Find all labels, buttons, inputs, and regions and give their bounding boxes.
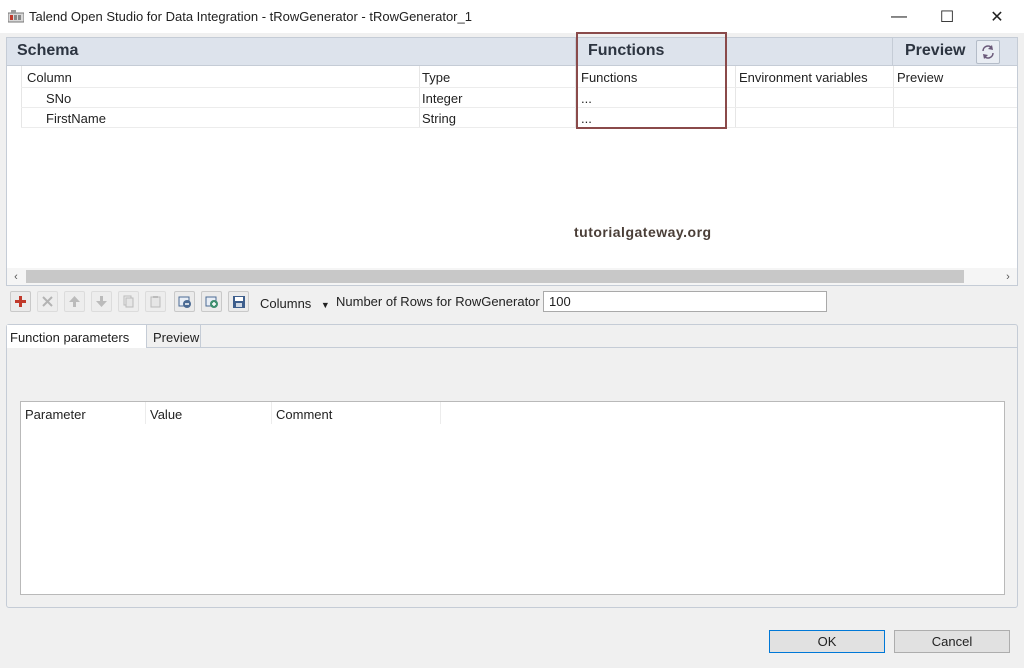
function-parameters-panel: Function parameters Preview Parameter Va…: [6, 324, 1018, 608]
row-2-column[interactable]: FirstName: [46, 111, 106, 126]
remove-icon: [42, 296, 53, 307]
tab-strip-divider: [147, 347, 1017, 348]
columns-dropdown[interactable]: Columns ▼: [260, 296, 330, 311]
schema-heading: Schema: [17, 42, 79, 59]
column-divider: [419, 66, 420, 128]
header-divider: [892, 38, 893, 65]
row-1-functions[interactable]: ...: [581, 91, 592, 106]
scroll-left-arrow[interactable]: ‹: [7, 268, 25, 285]
column-divider: [440, 402, 441, 424]
tab-preview[interactable]: Preview: [153, 325, 201, 348]
horizontal-scrollbar[interactable]: ‹ ›: [7, 268, 1017, 285]
remove-row-button[interactable]: [37, 291, 58, 312]
param-header-comment[interactable]: Comment: [276, 407, 332, 422]
copy-icon: [123, 295, 134, 308]
save-schema-button[interactable]: [228, 291, 249, 312]
parameters-table: Parameter Value Comment: [20, 401, 1005, 595]
rows-count-label: Number of Rows for RowGenerator: [336, 294, 540, 309]
minimize-button[interactable]: —: [876, 0, 922, 33]
param-header-value[interactable]: Value: [150, 407, 182, 422]
column-divider: [271, 402, 272, 424]
window-title: Talend Open Studio for Data Integration …: [29, 9, 472, 24]
column-header-environment-variables[interactable]: Environment variables: [739, 70, 868, 85]
row-1-type[interactable]: Integer: [422, 91, 462, 106]
watermark-text: tutorialgateway.org: [574, 224, 712, 240]
title-bar: Talend Open Studio for Data Integration …: [0, 0, 1024, 33]
column-divider: [735, 66, 736, 128]
add-row-button[interactable]: [10, 291, 31, 312]
minimize-icon: —: [891, 7, 907, 25]
close-icon: ✕: [990, 8, 1004, 26]
paste-button[interactable]: [145, 291, 166, 312]
ok-button[interactable]: OK: [769, 630, 885, 653]
move-down-button[interactable]: [91, 291, 112, 312]
functions-heading: Functions: [588, 42, 665, 59]
row-separator: [21, 107, 1017, 108]
row-2-type[interactable]: String: [422, 111, 456, 126]
maximize-button[interactable]: ☐: [924, 0, 970, 33]
schema-table: Column Type Functions Environment variab…: [6, 32, 1018, 286]
talend-app-icon: [7, 9, 25, 23]
copy-button[interactable]: [118, 291, 139, 312]
param-header-parameter[interactable]: Parameter: [25, 407, 86, 422]
row-1-column[interactable]: SNo: [46, 91, 71, 106]
column-header-functions[interactable]: Functions: [581, 70, 637, 85]
import-schema-button[interactable]: [174, 291, 195, 312]
column-divider: [145, 402, 146, 424]
schema-toolbar: Columns ▼ Number of Rows for RowGenerato…: [10, 290, 1020, 314]
maximize-icon: ☐: [939, 8, 955, 26]
move-up-button[interactable]: [64, 291, 85, 312]
arrow-up-icon: [69, 296, 80, 307]
arrow-down-icon: [96, 296, 107, 307]
save-icon: [232, 295, 245, 308]
column-header-type[interactable]: Type: [422, 70, 450, 85]
close-button[interactable]: ✕: [974, 0, 1020, 33]
export-schema-button[interactable]: [201, 291, 222, 312]
paste-icon: [150, 296, 161, 308]
schema-header-band: Schema Functions Preview: [6, 37, 1018, 66]
add-icon: [15, 296, 26, 307]
column-divider: [575, 66, 576, 128]
preview-heading: Preview: [905, 42, 966, 59]
row-separator: [21, 127, 1017, 128]
tab-function-parameters[interactable]: Function parameters: [7, 325, 147, 348]
chevron-down-icon: ▼: [320, 300, 330, 310]
export-icon: [205, 296, 218, 308]
column-header-preview[interactable]: Preview: [897, 70, 943, 85]
refresh-preview-button[interactable]: [976, 40, 1000, 64]
row-2-functions[interactable]: ...: [581, 111, 592, 126]
refresh-icon: [982, 45, 994, 59]
header-divider: [575, 38, 576, 65]
row-separator: [21, 87, 1017, 88]
import-icon: [178, 296, 191, 308]
column-divider: [893, 66, 894, 128]
scroll-right-arrow[interactable]: ›: [999, 268, 1017, 285]
column-header-column[interactable]: Column: [27, 70, 72, 85]
column-divider: [21, 66, 22, 128]
rows-count-input[interactable]: [543, 291, 827, 312]
cancel-button[interactable]: Cancel: [894, 630, 1010, 653]
scrollbar-thumb[interactable]: [26, 270, 964, 283]
columns-dropdown-label: Columns: [260, 296, 312, 311]
